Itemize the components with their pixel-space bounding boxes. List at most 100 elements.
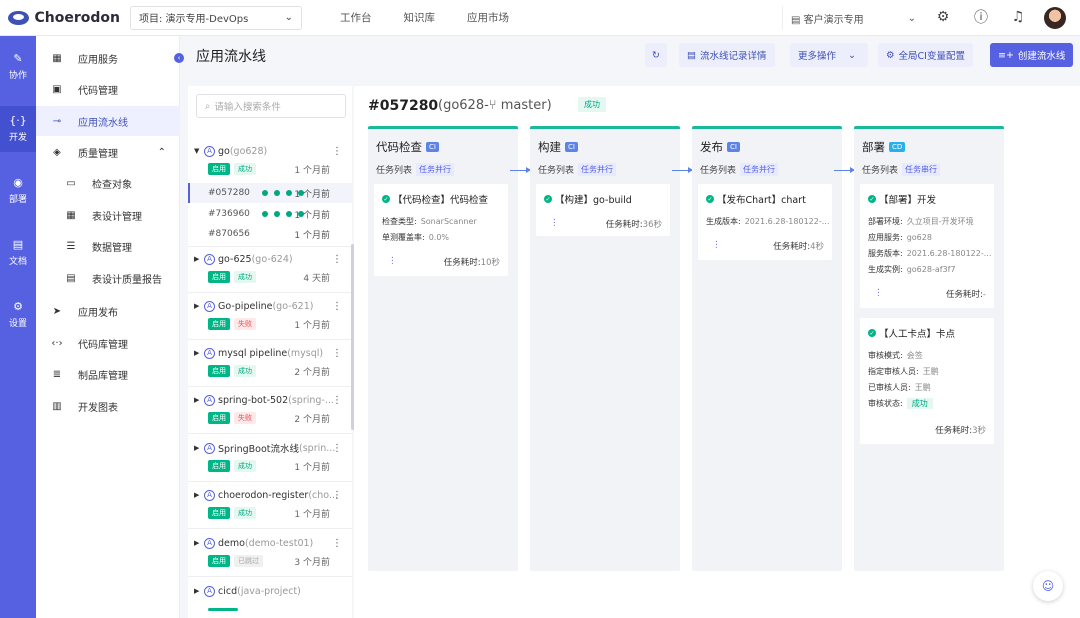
search-input[interactable]: ⌕ 请输入搜索条件	[196, 94, 346, 118]
pipeline-item[interactable]: ▶ Achoerodon-register (cho... ⋮ 启用 成功 1 个月前	[188, 488, 352, 520]
more-vert-icon[interactable]: ⋮	[388, 256, 397, 266]
more-vert-icon[interactable]: ⋮	[332, 538, 342, 549]
sidebar-item-label: 检查对象	[92, 179, 132, 191]
job-card[interactable]: ✓ 【构建】go-build ⋮ 任务耗时:36秒	[536, 184, 670, 236]
create-pipeline-button[interactable]: ≡+ 创建流水线	[990, 43, 1074, 67]
job-title: 【发布Chart】chart	[717, 195, 806, 206]
search-placeholder: 请输入搜索条件	[214, 102, 281, 113]
sidebar-item-pipeline[interactable]: ⊸ 应用流水线	[36, 106, 180, 136]
more-vert-icon[interactable]: ⋮	[332, 395, 342, 406]
sidebar-item-table-design[interactable]: ▦ 表设计管理	[36, 200, 180, 230]
more-vert-icon[interactable]: ⋮	[332, 301, 342, 312]
more-vert-icon[interactable]: ⋮	[550, 218, 559, 228]
document-icon: ▤	[687, 49, 696, 61]
org-icon: ▤	[791, 14, 801, 26]
caret-down-icon: ▼	[194, 147, 200, 155]
app-icon: A	[204, 585, 215, 597]
job-card[interactable]: ✓ 【代码检查】代码检查 检查类型: SonarScanner 单测覆盖率: 0.0%…	[374, 184, 508, 276]
success-check-icon: ✓	[706, 195, 714, 203]
sidebar-item-data[interactable]: ☰ 数据管理	[36, 231, 180, 261]
kv-key: 服务版本:	[868, 249, 903, 258]
status-badge: 成功	[906, 398, 933, 409]
pipeline-records-button[interactable]: ▤ 流水线记录详情	[679, 43, 775, 67]
help-icon[interactable]: ⓘ	[972, 8, 990, 26]
enabled-tag: 启用	[208, 318, 230, 330]
pipeline-item[interactable]: ▶ Ademo (demo-test01) ⋮ 启用 已跳过 3 个月前	[188, 536, 352, 568]
pipeline-item[interactable]: ▶ Amysql pipeline (mysql) ⋮ 启用 成功 2 个月前	[188, 346, 352, 378]
job-card[interactable]: ✓ 【人工卡点】卡点 审核模式: 会签 指定审核人员: 王鹏 已审核人员: 王鹏 审核状…	[860, 318, 994, 444]
more-vert-icon[interactable]: ⋮	[332, 443, 342, 454]
code-brackets-icon: ‹·›	[51, 337, 63, 349]
more-vert-icon[interactable]: ⋮	[332, 254, 342, 265]
duration-label: 任务耗时:	[443, 258, 481, 268]
run-record[interactable]: #870656 1 个月前	[188, 224, 352, 244]
nav-knowledge[interactable]: 知识库	[404, 10, 436, 25]
enabled-tag: 启用	[208, 271, 230, 283]
job-card[interactable]: ✓ 【部署】开发 部署环境: 久立项目-开发环境 应用服务: go628 服务版本: 2…	[860, 184, 994, 308]
refresh-icon: ↻	[652, 49, 660, 61]
status-badge: 失败	[234, 318, 256, 330]
sidebar-item-repo[interactable]: ‹·› 代码库管理	[36, 328, 180, 358]
kv-key: 指定审核人员:	[868, 367, 919, 376]
pipeline-item[interactable]: ▶ A Go-pipeline (go-621) ⋮ 启用 失败 1 个月前	[188, 299, 352, 331]
pipeline-item[interactable]: ▶ Aspring-bot-502 (spring-... ⋮ 启用 失败 2 个月前	[188, 393, 352, 425]
kv-value: 2021.6.28-180122-...	[744, 217, 830, 226]
report-icon: ▤	[66, 272, 76, 284]
logo[interactable]: Choerodon	[0, 10, 120, 26]
pipeline-item[interactable]: ▶ Acicd (java-project)	[188, 584, 352, 616]
job-card[interactable]: ✓ 【发布Chart】chart 生成版本: 2021.6.28-180122-..…	[698, 184, 832, 260]
run-meta: (go628-⑂ master)	[438, 98, 552, 113]
send-icon: ➤	[52, 305, 62, 317]
rail-settings[interactable]: ⚙ 设置	[0, 292, 36, 338]
bell-icon[interactable]: ♫	[1009, 8, 1027, 26]
rail-deploy[interactable]: ◉ 部署	[0, 168, 36, 214]
more-vert-icon[interactable]: ⋮	[332, 348, 342, 359]
sidebar-item-check-object[interactable]: ▭ 检查对象	[36, 168, 180, 198]
record-id: #057280	[208, 188, 250, 198]
pipeline-name: go-625	[218, 253, 252, 265]
pipeline-alias: (go628)	[229, 145, 268, 157]
sidebar-item-quality-report[interactable]: ▤ 表设计质量报告	[36, 263, 180, 293]
gear-icon: ⚙	[886, 49, 895, 61]
button-label: 流水线记录详情	[699, 51, 767, 62]
pipeline-item[interactable]: ▶ A SpringBoot流水线 (sprin... ⋮ 启用 成功 1 个月前	[188, 441, 352, 473]
pipeline-item[interactable]: ▶ Ago-625 (go-624) ⋮ 启用 成功 4 天前	[188, 252, 352, 284]
sidebar-item-charts[interactable]: ▥ 开发图表	[36, 391, 180, 421]
kv-value: SonarScanner	[420, 217, 477, 226]
sidebar-item-artifact[interactable]: ≣ 制品库管理	[36, 359, 180, 389]
rail-develop[interactable]: {·} 开发	[0, 106, 36, 152]
avatar[interactable]	[1044, 7, 1066, 29]
pipeline-item[interactable]: ▼ Ago (go628) ⋮ 启用 成功 1 个月前	[188, 144, 352, 176]
more-vert-icon[interactable]: ⋮	[332, 490, 342, 501]
assistant-button[interactable]: ☺	[1033, 571, 1063, 601]
caret-right-icon: ▶	[194, 396, 200, 404]
sidebar-item-quality[interactable]: ◈ 质量管理 ⌃	[36, 137, 180, 167]
app-icon: A	[204, 253, 215, 265]
more-vert-icon[interactable]: ⋮	[874, 288, 883, 298]
ci-variables-button[interactable]: ⚙ 全局CI变量配置	[878, 43, 973, 67]
project-select[interactable]: 项目: 演示专用-DevOps ⌄	[130, 5, 302, 30]
org-select[interactable]: ▤ 客户演示专用 ⌄	[782, 6, 924, 30]
sidebar-item-code[interactable]: ▣ 代码管理	[36, 74, 180, 104]
settings-gear-icon[interactable]: ⚙	[934, 8, 952, 26]
refresh-button[interactable]: ↻	[645, 43, 667, 67]
nav-workbench[interactable]: 工作台	[340, 10, 372, 25]
rail-collab[interactable]: ✎ 协作	[0, 44, 36, 90]
sidebar-item-release[interactable]: ➤ 应用发布	[36, 296, 180, 326]
add-list-icon: ≡+	[998, 49, 1014, 61]
more-vert-icon[interactable]: ⋮	[712, 240, 721, 250]
stage-title: 代码检查	[376, 140, 422, 154]
rail-docs[interactable]: ▤ 文档	[0, 230, 36, 276]
job-title: 【人工卡点】卡点	[879, 329, 956, 340]
more-actions-button[interactable]: 更多操作 ⌄	[790, 43, 868, 67]
nav-market[interactable]: 应用市场	[467, 10, 509, 25]
sidebar-item-label: 应用发布	[78, 307, 118, 319]
kv-value: 0.0%	[428, 233, 450, 242]
success-check-icon: ✓	[868, 195, 876, 203]
run-record[interactable]: #736960 1 个月前	[188, 204, 352, 224]
status-badge: 已跳过	[234, 555, 263, 567]
run-record[interactable]: #057280 1 个月前	[188, 183, 352, 203]
divider	[188, 433, 352, 434]
more-vert-icon[interactable]: ⋮	[332, 146, 342, 157]
sidebar-item-app-service[interactable]: ▦ 应用服务	[36, 43, 180, 73]
